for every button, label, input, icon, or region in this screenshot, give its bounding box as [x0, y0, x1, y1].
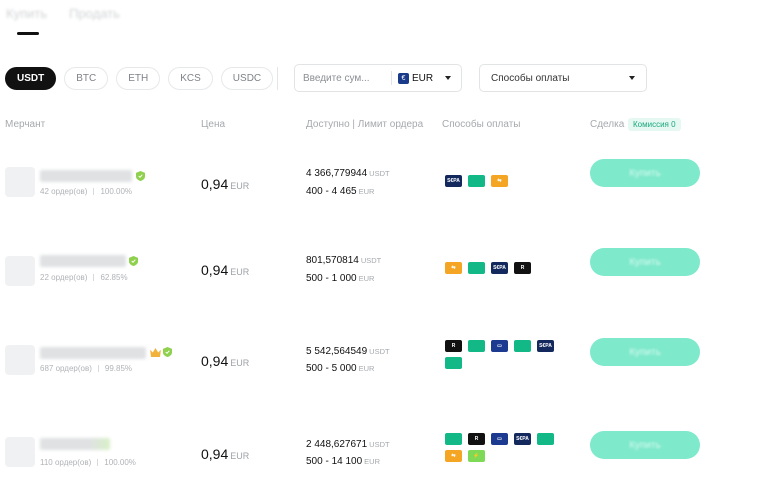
- card-icon: [468, 262, 485, 274]
- sepa-icon: S€PA: [514, 433, 531, 445]
- verified-shield-icon: [129, 256, 138, 266]
- column-header-available: Доступно | Лимит ордера: [306, 119, 424, 130]
- coin-chip-btc[interactable]: BTC: [64, 67, 109, 90]
- card-icon: [468, 175, 485, 187]
- avatar: [5, 437, 35, 467]
- available-amount: 5 542,564549 USDT: [306, 346, 390, 357]
- coin-filter: USDT BTC ETH KCS USDC: [5, 67, 274, 90]
- buy-button[interactable]: Купить: [590, 338, 700, 366]
- payment-methods: R ▭ S€PA: [445, 340, 565, 369]
- trade-tabs: Купить Продать: [6, 6, 120, 21]
- currency-select[interactable]: EUR: [412, 73, 433, 84]
- column-header-price: Цена: [201, 119, 226, 130]
- revolut-icon: R: [445, 340, 462, 352]
- order-limit: 400 - 4 465 EUR: [306, 186, 375, 197]
- amount-separator: [391, 71, 392, 85]
- price: 0,94 EUR: [201, 353, 250, 369]
- avatar: [5, 167, 35, 197]
- merchant-stats: 110 ордер(ов) 100.00%: [40, 458, 136, 467]
- transfer-icon: ⇆: [445, 450, 462, 462]
- available-amount: 801,570814 USDT: [306, 255, 382, 266]
- buy-button[interactable]: Купить: [590, 159, 700, 187]
- payment-methods: S€PA ⇆: [445, 175, 565, 187]
- merchant-name[interactable]: [40, 170, 132, 182]
- order-limit: 500 - 14 100 EUR: [306, 456, 381, 467]
- available-amount: 4 366,779944 USDT: [306, 168, 390, 179]
- buy-button[interactable]: Купить: [590, 248, 700, 276]
- order-limit: 500 - 5 000 EUR: [306, 363, 375, 374]
- card-icon: [445, 357, 462, 369]
- amount-input[interactable]: [303, 72, 389, 84]
- merchant-name[interactable]: [40, 255, 126, 267]
- card-icon: [514, 340, 531, 352]
- merchant-stats: 22 ордер(ов) 62.85%: [40, 273, 128, 282]
- card-icon: [445, 433, 462, 445]
- merchant-stats: 42 ордер(ов) 100.00%: [40, 187, 133, 196]
- buy-button[interactable]: Купить: [590, 431, 700, 459]
- column-header-methods: Способы оплаты: [442, 119, 521, 130]
- transfer-icon: ⇆: [491, 175, 508, 187]
- revolut-icon: R: [514, 262, 531, 274]
- euro-icon: €: [398, 72, 409, 84]
- available-amount: 2 448,627671 USDT: [306, 439, 390, 450]
- chevron-down-icon[interactable]: [445, 76, 452, 80]
- amount-filter: € EUR: [294, 64, 462, 92]
- tab-buy[interactable]: Купить: [6, 6, 47, 21]
- bank-icon: ▭: [491, 433, 508, 445]
- price: 0,94 EUR: [201, 262, 250, 278]
- avatar: [5, 256, 35, 286]
- merchant-name[interactable]: [40, 347, 146, 359]
- transfer-icon: ⇆: [445, 262, 462, 274]
- coin-chip-eth[interactable]: ETH: [116, 67, 161, 90]
- card-icon: [537, 433, 554, 445]
- sepa-icon: S€PA: [445, 175, 462, 187]
- crown-icon: [150, 348, 161, 357]
- card-icon: [468, 340, 485, 352]
- active-tab-indicator: [17, 32, 39, 35]
- filter-divider: [277, 67, 278, 90]
- price: 0,94 EUR: [201, 176, 250, 192]
- merchant-name[interactable]: [40, 438, 110, 450]
- coin-chip-usdt[interactable]: USDT: [5, 67, 57, 90]
- price: 0,94 EUR: [201, 446, 250, 462]
- chevron-down-icon: [629, 76, 635, 80]
- avatar: [5, 345, 35, 375]
- sepa-icon: S€PA: [491, 262, 508, 274]
- bank-icon: ▭: [491, 340, 508, 352]
- verified-shield-icon: [136, 171, 145, 181]
- column-header-merchant: Мерчант: [5, 119, 46, 130]
- coin-chip-kcs[interactable]: KCS: [168, 67, 213, 90]
- order-limit: 500 - 1 000 EUR: [306, 273, 375, 284]
- payment-method-select[interactable]: Способы оплаты: [479, 64, 647, 92]
- verified-shield-icon: [163, 347, 172, 357]
- payment-methods: ⇆ S€PA R: [445, 262, 565, 274]
- fee-badge: Комиссия 0: [628, 118, 681, 131]
- tab-sell[interactable]: Продать: [69, 6, 120, 21]
- column-header-deal: Сделка: [590, 119, 625, 130]
- payment-methods: R ▭ S€PA ⇆ ⚡: [445, 433, 565, 462]
- merchant-stats: 687 ордер(ов) 99.85%: [40, 364, 133, 373]
- green-pay-icon: ⚡: [468, 450, 485, 462]
- payment-method-select-label: Способы оплаты: [491, 72, 570, 84]
- coin-chip-usdc[interactable]: USDC: [220, 67, 274, 90]
- revolut-icon: R: [468, 433, 485, 445]
- sepa-icon: S€PA: [537, 340, 554, 352]
